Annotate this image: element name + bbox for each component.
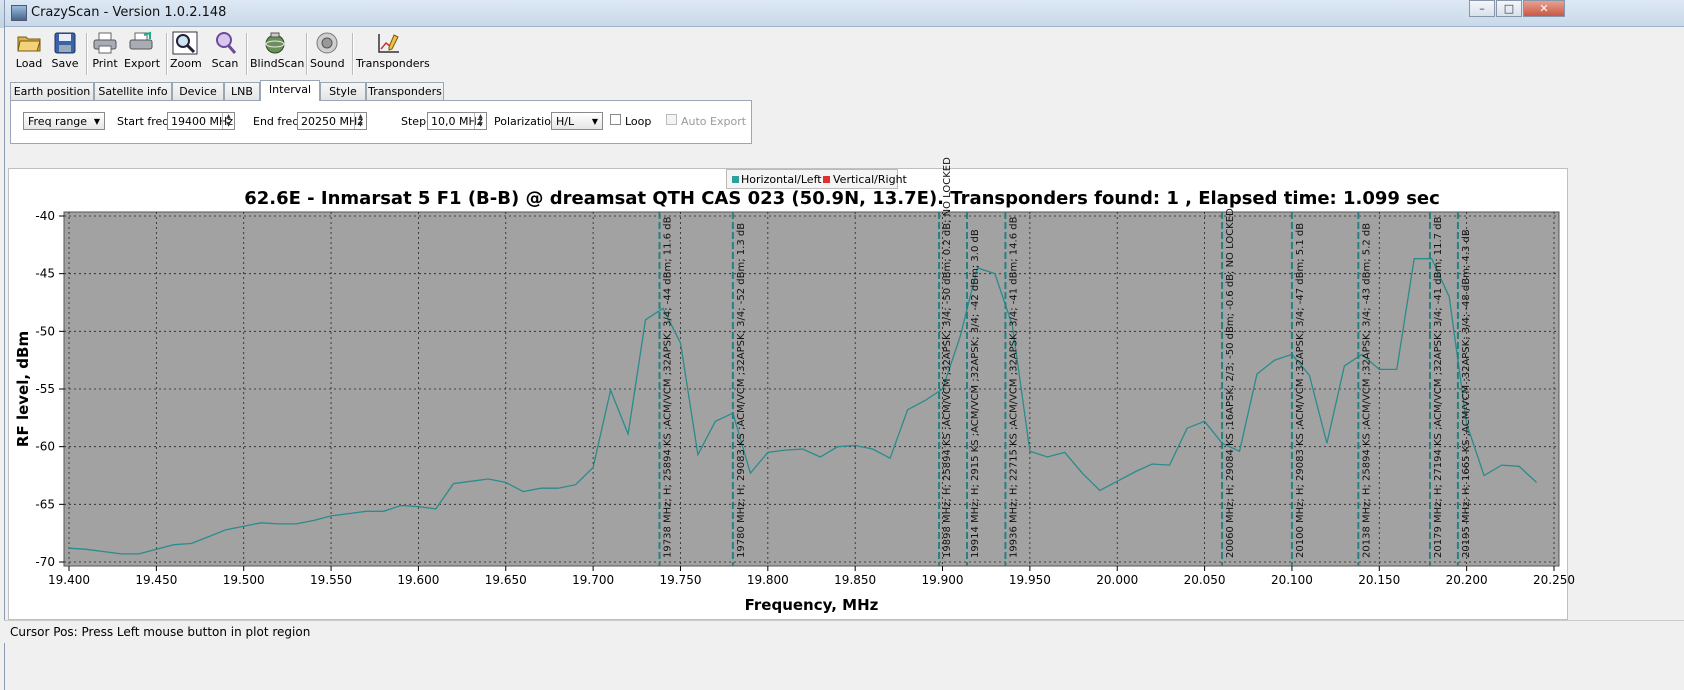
- x-tick-label: 20.100: [1271, 573, 1313, 587]
- y-tick-label: -70: [35, 555, 55, 569]
- x-tick-label: 19.700: [572, 573, 614, 587]
- x-tick-label: 19.600: [397, 573, 439, 587]
- x-tick-label: 19.850: [834, 573, 876, 587]
- x-tick-label: 19.800: [747, 573, 789, 587]
- x-tick-label: 20.050: [1184, 573, 1226, 587]
- transponder-label: 20100 MHz; H; 29083 KS ;ACM/VCM ;32APSK;…: [1295, 223, 1306, 558]
- transponder-label: 20060 MHz; H; 29084 KS ;16APSK; 2/3; -50…: [1225, 208, 1236, 558]
- y-tick-label: -60: [35, 440, 55, 454]
- x-tick-label: 20.250: [1533, 573, 1575, 587]
- y-axis-label: RF level, dBm: [14, 331, 32, 447]
- status-bar: Cursor Pos: Press Left mouse button in p…: [4, 620, 1684, 643]
- transponder-label: 19914 MHz; H; 2915 KS ;ACM/VCM ;32APSK; …: [970, 229, 981, 558]
- transponder-label: 20195 MHz; H; 1665 KS ;ACM/VCM ;32APSK; …: [1461, 229, 1472, 558]
- transponder-label: 20138 MHz; H; 25894 KS ;ACM/VCM ;32APSK;…: [1361, 223, 1372, 558]
- x-tick-label: 19.500: [223, 573, 265, 587]
- x-tick-label: 19.400: [48, 573, 90, 587]
- x-tick-label: 19.550: [310, 573, 352, 587]
- y-tick-label: -40: [35, 209, 55, 223]
- transponder-label: 19898 MHz; H; 25894 KS ;ACM/VCM ;32APSK;…: [942, 157, 953, 558]
- transponder-label: 19936 MHz; H; 22715 KS ;ACM/VCM ;32APSK;…: [1008, 216, 1019, 558]
- x-axis-label: Frequency, MHz: [745, 596, 879, 614]
- y-tick-label: -45: [35, 267, 55, 281]
- y-tick-label: -55: [35, 382, 55, 396]
- spectrum-chart[interactable]: 19.400 19.450 19.500 19.550 19.600 19.650 19.7…: [0, 0, 1684, 620]
- y-tick-label: -50: [35, 324, 55, 338]
- tab-interval[interactable]: Interval: [260, 80, 320, 101]
- transponder-label: 20179 MHz; H; 27194 KS ;ACM/VCM ;32APSK;…: [1433, 216, 1444, 558]
- x-tick-label: 19.450: [135, 573, 177, 587]
- x-tick-label: 19.900: [922, 573, 964, 587]
- x-tick-label: 20.200: [1446, 573, 1488, 587]
- x-tick-label: 19.950: [1009, 573, 1051, 587]
- x-tick-label: 19.650: [485, 573, 527, 587]
- x-tick-label: 20.000: [1096, 573, 1138, 587]
- transponder-label: 19738 MHz; H; 25894 KS ;ACM/VCM ;32APSK;…: [663, 216, 674, 558]
- y-tick-label: -65: [35, 497, 55, 511]
- status-text: Cursor Pos: Press Left mouse button in p…: [10, 625, 311, 639]
- transponder-label: 19780 MHz; H; 29083 KS ;ACM/VCM ;32APSK;…: [736, 223, 747, 558]
- x-tick-label: 19.750: [659, 573, 701, 587]
- x-tick-label: 20.150: [1358, 573, 1400, 587]
